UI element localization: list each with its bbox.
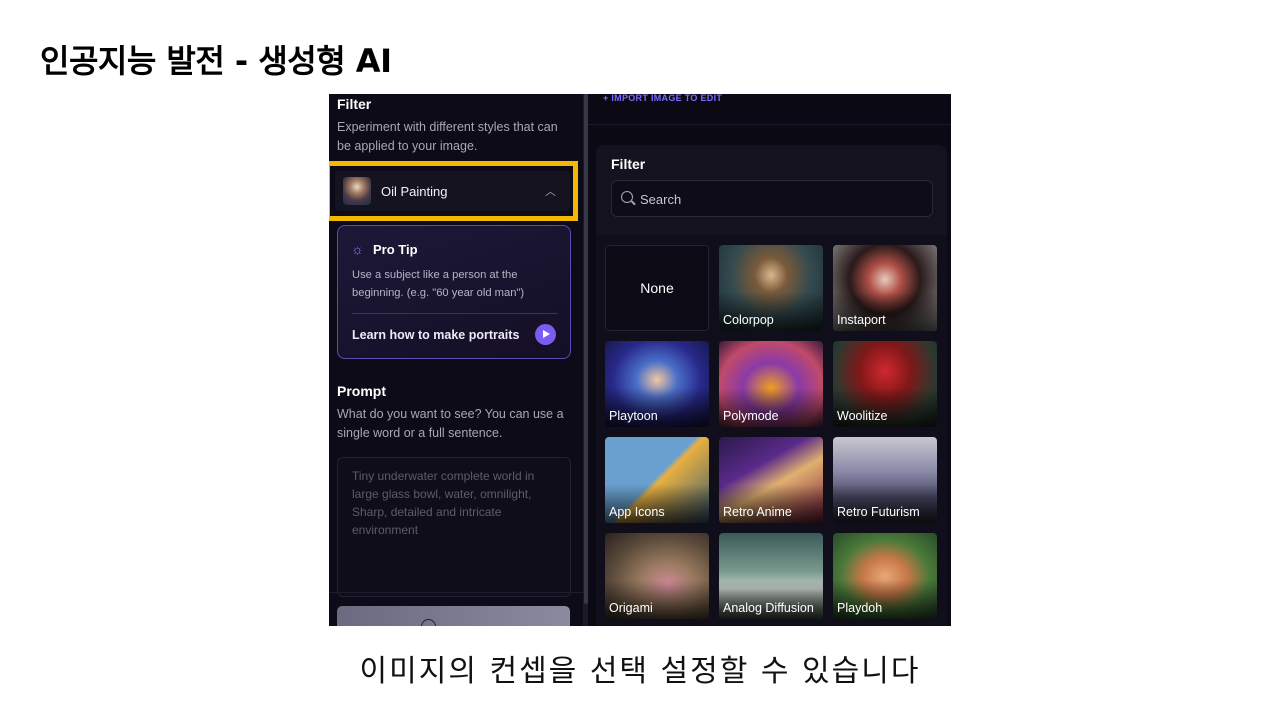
pro-tip-title: Pro Tip xyxy=(373,242,418,257)
search-input[interactable] xyxy=(640,189,920,209)
filter-tile-playdoh[interactable]: Playdoh xyxy=(833,533,937,619)
filter-gallery-panel: + IMPORT IMAGE TO EDIT Filter None Color… xyxy=(588,94,951,626)
pro-tip-card: ☼ Pro Tip Use a subject like a person at… xyxy=(337,225,571,359)
prompt-input[interactable] xyxy=(352,467,556,587)
pro-tip-text: Use a subject like a person at the begin… xyxy=(352,269,525,299)
filter-tile-retro-anime[interactable]: Retro Anime xyxy=(719,437,823,523)
generate-button[interactable] xyxy=(337,606,570,626)
settings-panel: Filter Experiment with different styles … xyxy=(329,94,583,626)
filter-tile-label: None xyxy=(640,280,674,296)
filter-tile-none[interactable]: None xyxy=(605,245,709,331)
prompt-field[interactable] xyxy=(337,457,571,597)
divider xyxy=(329,592,583,593)
search-icon xyxy=(621,191,633,203)
filter-tile-colorpop[interactable]: Colorpop xyxy=(719,245,823,331)
filter-tile-label: Instaport xyxy=(837,313,886,327)
filter-tile-analog-diffusion[interactable]: Analog Diffusion xyxy=(719,533,823,619)
prompt-description: What do you want to see? You can use a s… xyxy=(337,407,564,440)
filter-tile-woolitize[interactable]: Woolitize xyxy=(833,341,937,427)
filter-description: Experiment with different styles that ca… xyxy=(337,120,558,153)
filter-tile-instaport[interactable]: Instaport xyxy=(833,245,937,331)
filter-tile-origami[interactable]: Origami xyxy=(605,533,709,619)
filter-tile-label: Playdoh xyxy=(837,601,883,615)
filter-tile-label: Origami xyxy=(609,601,653,615)
slide-caption: 이미지의 컨셉을 선택 설정할 수 있습니다 xyxy=(359,654,921,689)
play-icon[interactable] xyxy=(535,324,556,345)
filter-tile-label: Analog Diffusion xyxy=(723,601,814,615)
filter-tile-label: App Icons xyxy=(609,505,665,519)
prompt-heading: Prompt xyxy=(337,383,386,399)
search-field[interactable] xyxy=(611,180,933,217)
filter-tile-label: Woolitize xyxy=(837,409,888,423)
filter-tile-label: Retro Anime xyxy=(723,505,792,519)
filter-tile-label: Playtoon xyxy=(609,409,658,423)
slide-title: 인공지능 발전 - 생성형 AI xyxy=(40,42,392,80)
filter-tile-label: Polymode xyxy=(723,409,779,423)
filter-gallery-title: Filter xyxy=(611,156,646,172)
image-generator-app: Filter Experiment with different styles … xyxy=(329,94,951,626)
portraits-tutorial-link[interactable]: Learn how to make portraits xyxy=(352,328,519,342)
divider xyxy=(588,124,951,125)
generate-icon xyxy=(421,619,436,626)
filter-tile-playtoon[interactable]: Playtoon xyxy=(605,341,709,427)
highlight-box xyxy=(329,161,578,221)
filter-tile-polymode[interactable]: Polymode xyxy=(719,341,823,427)
import-image-link[interactable]: + IMPORT IMAGE TO EDIT xyxy=(603,94,722,103)
filter-tile-retro-futurism[interactable]: Retro Futurism xyxy=(833,437,937,523)
filter-tile-label: Colorpop xyxy=(723,313,774,327)
filter-tile-app-icons[interactable]: App Icons xyxy=(605,437,709,523)
divider xyxy=(352,313,558,314)
filter-heading: Filter xyxy=(337,96,372,112)
lightbulb-icon: ☼ xyxy=(351,241,364,257)
filter-tile-label: Retro Futurism xyxy=(837,505,920,519)
